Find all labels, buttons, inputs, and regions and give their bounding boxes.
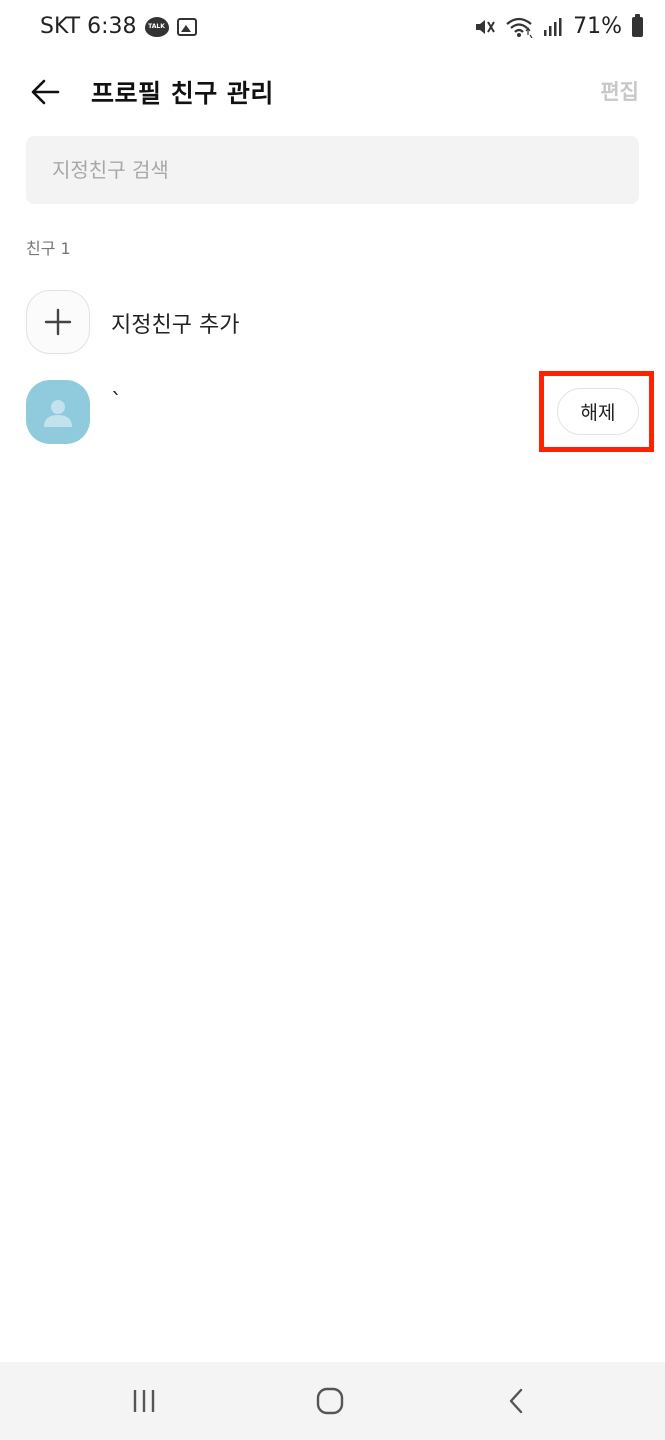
battery-percent: 71%	[573, 14, 622, 39]
add-friend-label: 지정친구 추가	[111, 313, 240, 338]
home-icon	[316, 1387, 344, 1415]
default-avatar-icon	[44, 400, 72, 427]
plus-icon	[44, 308, 72, 336]
home-button[interactable]	[300, 1380, 360, 1422]
status-bar: SKT 6:38 TALK 71%	[0, 0, 665, 60]
system-back-button[interactable]	[486, 1380, 546, 1422]
battery-icon	[632, 13, 643, 37]
signal-icon	[544, 17, 562, 36]
mute-icon	[476, 19, 495, 34]
edit-button[interactable]: 편집	[600, 76, 639, 106]
avatar	[26, 380, 90, 444]
talk-badge-text: TALK	[148, 23, 165, 30]
app-header: 프로필 친구 관리 편집	[0, 60, 665, 124]
back-button[interactable]	[22, 72, 68, 112]
carrier-time: SKT 6:38	[40, 14, 137, 39]
highlight-box	[539, 371, 654, 452]
add-designated-friend-item[interactable]: 지정친구 추가	[0, 290, 665, 366]
kakaotalk-notification-icon: TALK	[144, 16, 169, 37]
friend-name: `	[111, 390, 122, 415]
back-arrow-icon	[31, 79, 60, 105]
search-box	[26, 136, 639, 204]
status-left: SKT 6:38 TALK	[40, 14, 197, 39]
page-title: 프로필 친구 관리	[91, 79, 274, 108]
recent-apps-button[interactable]	[114, 1380, 174, 1422]
add-tile	[26, 290, 90, 354]
back-icon	[509, 1388, 523, 1414]
gallery-icon	[176, 17, 197, 36]
search-input[interactable]	[26, 136, 639, 204]
navigation-bar	[0, 1362, 665, 1440]
friend-count-label: 친구 1	[26, 239, 71, 258]
wifi-icon	[506, 17, 533, 38]
status-right: 71%	[473, 13, 643, 39]
recent-apps-icon	[133, 1390, 155, 1412]
